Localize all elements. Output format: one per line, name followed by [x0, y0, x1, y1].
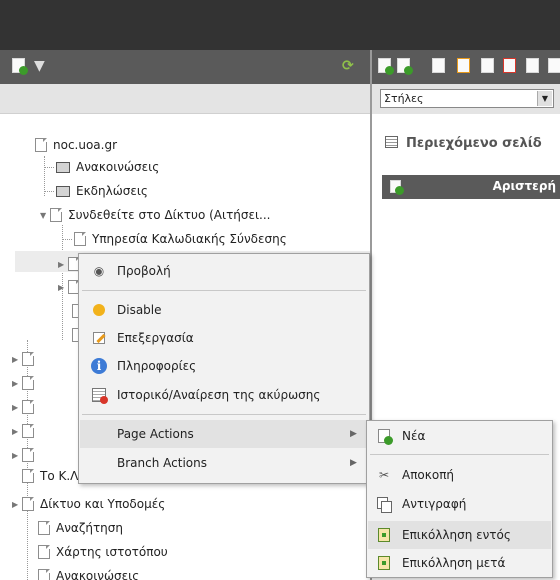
new-content-element-icon[interactable]	[390, 180, 404, 196]
page-icon	[22, 469, 34, 483]
column-header: Αριστερή	[382, 175, 560, 199]
history-icon	[92, 388, 108, 404]
expand-arrow-icon[interactable]: ▶	[12, 355, 22, 364]
view-icon: ◉	[93, 264, 105, 278]
edit-icon	[93, 332, 105, 344]
tree-item-events[interactable]: Εκδηλώσεις	[56, 180, 148, 202]
page-toolbar-icon[interactable]	[526, 58, 542, 74]
tree-item-announcements[interactable]: Ανακοινώσεις	[56, 156, 159, 178]
submenu-arrow-icon: ▶	[350, 429, 357, 439]
tree-item-search[interactable]: Αναζήτηση	[38, 517, 123, 539]
tree-root-label: noc.uoa.gr	[53, 138, 118, 152]
columns-select[interactable]: Στήλες ▼	[380, 89, 554, 108]
tree-item-connect[interactable]: ▼ Συνδεθείτε στο Δίκτυο (Αιτήσει...	[40, 204, 271, 226]
edit-page-icon[interactable]	[457, 58, 473, 74]
tree-subbar	[0, 84, 370, 114]
expand-arrow-icon[interactable]: ▶	[12, 427, 22, 436]
move-page-icon[interactable]	[481, 58, 497, 74]
submenu-item-cut[interactable]: ✂ Αποκοπή	[376, 461, 454, 489]
expand-arrow-icon[interactable]: ▶	[12, 500, 22, 509]
menu-item-view[interactable]: ◉ Προβολή	[91, 257, 171, 285]
view-page-icon[interactable]	[432, 58, 448, 74]
filter-icon[interactable]: ▼	[34, 58, 50, 74]
page-icon	[50, 208, 62, 222]
cut-icon: ✂	[378, 468, 390, 482]
page-content-icon	[385, 136, 398, 148]
copy-icon	[377, 497, 392, 513]
menu-item-branch-actions[interactable]: Branch Actions	[117, 449, 207, 477]
tree-item-network[interactable]: ▶ Δίκτυο και Υποδομές	[12, 493, 165, 515]
expand-arrow-icon[interactable]: ▶	[58, 283, 68, 292]
info-icon: i	[91, 358, 107, 374]
folder-icon	[56, 185, 70, 197]
tree-toolbar	[0, 50, 370, 84]
expand-arrow-icon[interactable]: ▼	[40, 211, 50, 220]
expand-arrow-icon[interactable]: ▶	[12, 451, 22, 460]
expand-arrow-icon[interactable]: ▶	[12, 379, 22, 388]
content-title: Περιεχόμενο σελίδ	[385, 136, 542, 151]
submenu-item-paste-into[interactable]: Επικόλληση εντός	[376, 521, 511, 549]
menu-item-edit[interactable]: Επεξεργασία	[91, 324, 194, 352]
menu-item-history[interactable]: Ιστορικό/Αναίρεση της ακύρωσης	[91, 381, 320, 409]
new-column-icon[interactable]	[397, 58, 413, 75]
new-page-icon[interactable]	[12, 58, 28, 75]
page-icon	[38, 569, 50, 580]
history-toolbar-icon[interactable]	[503, 58, 519, 74]
page-icon	[74, 232, 86, 246]
page-icon	[22, 497, 34, 511]
menu-item-info[interactable]: i Πληροφορίες	[91, 352, 196, 380]
expand-arrow-icon[interactable]: ▶	[12, 403, 22, 412]
more-toolbar-icon[interactable]	[548, 58, 560, 74]
submenu-item-copy[interactable]: Αντιγραφή	[376, 490, 466, 518]
tree-item-sitemap[interactable]: Χάρτης ιστοτόπου	[38, 541, 168, 563]
page-icon	[35, 138, 47, 152]
expand-arrow-icon[interactable]: ▶	[58, 260, 68, 269]
chevron-down-icon[interactable]: ▼	[537, 91, 552, 106]
page-icon	[38, 545, 50, 559]
submenu-item-new[interactable]: Νέα	[376, 422, 425, 450]
submenu-arrow-icon: ▶	[350, 458, 357, 468]
folder-icon	[56, 161, 70, 173]
menu-item-page-actions[interactable]: Page Actions	[117, 420, 194, 448]
bulb-icon	[93, 304, 105, 316]
tree-item-cable-service[interactable]: Υπηρεσία Καλωδιακής Σύνδεσης	[74, 228, 287, 250]
refresh-icon[interactable]: ⟳	[342, 58, 358, 74]
new-content-icon[interactable]	[378, 58, 394, 75]
tree-item-announcements-2[interactable]: Ανακοινώσεις	[38, 565, 139, 580]
submenu-item-paste-after[interactable]: Επικόλληση μετά	[376, 549, 505, 577]
tree-root[interactable]: noc.uoa.gr	[35, 134, 117, 156]
menu-item-disable[interactable]: Disable	[91, 296, 162, 324]
page-icon	[38, 521, 50, 535]
new-page-icon	[378, 429, 393, 445]
paste-after-icon	[378, 556, 390, 570]
top-header-bar	[0, 0, 560, 50]
paste-into-icon	[378, 528, 390, 542]
